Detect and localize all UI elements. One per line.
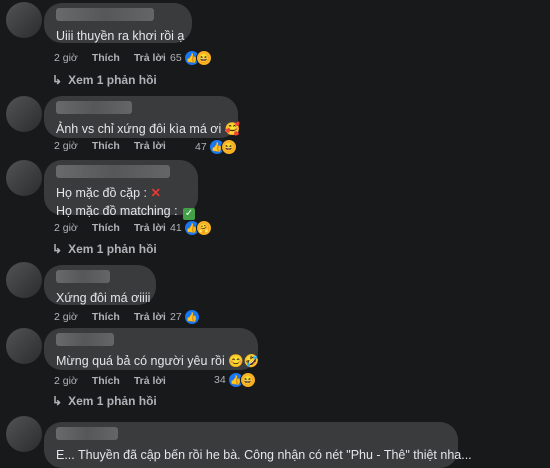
comment-bubble: Họ mặc đồ cặp : ✕ Họ mặc đồ matching : ✓ — [44, 160, 198, 220]
comment-feed: Uiii thuyền ra khơi rồi ạ 2 giờ Thích Tr… — [0, 0, 550, 468]
comment-text: Ảnh vs chỉ xứng đôi kìa má ơi 🥰 — [56, 122, 241, 136]
like-button[interactable]: Thích — [92, 375, 120, 387]
avatar[interactable] — [6, 96, 42, 132]
comment-bubble: Uiii thuyền ra khơi rồi ạ — [44, 3, 192, 43]
reply-button[interactable]: Trả lời — [134, 140, 166, 152]
avatar[interactable] — [6, 328, 42, 364]
comment-time[interactable]: 2 giờ — [54, 140, 78, 152]
commenter-name-blurred[interactable] — [56, 333, 114, 346]
comment-time[interactable]: 2 giờ — [54, 375, 78, 387]
comment-actions: 2 giờ Thích Trả lời — [54, 222, 166, 234]
thumbs-up-icon: 👍 — [183, 309, 200, 325]
reaction-summary[interactable]: 41 👍 🤗 — [170, 220, 212, 236]
commenter-name-blurred[interactable] — [56, 427, 118, 440]
like-button[interactable]: Thích — [92, 222, 120, 234]
reply-button[interactable]: Trả lời — [134, 222, 166, 234]
comment-actions: 2 giờ Thích Trả lời — [54, 311, 166, 323]
comment-bubble: Ảnh vs chỉ xứng đôi kìa má ơi 🥰 — [44, 96, 241, 138]
view-replies-label: Xem 1 phản hồi — [68, 394, 157, 408]
laughing-face-icon: 😆 — [239, 372, 256, 388]
commenter-name-blurred[interactable] — [56, 101, 132, 114]
avatar[interactable] — [6, 262, 42, 298]
check-mark-icon: ✓ — [183, 208, 196, 220]
comment-time[interactable]: 2 giờ — [54, 222, 78, 234]
reaction-summary[interactable]: 34 👍 😆 — [214, 372, 256, 388]
view-replies-link[interactable]: ↳ Xem 1 phản hồi — [52, 394, 157, 408]
view-replies-link[interactable]: ↳ Xem 1 phản hồi — [52, 242, 157, 256]
cross-mark-icon: ✕ — [150, 186, 161, 200]
commenter-name-blurred[interactable] — [56, 8, 154, 21]
view-replies-label: Xem 1 phản hồi — [68, 73, 157, 87]
comment-text-line: Họ mặc đồ cặp : ✕ — [56, 186, 161, 200]
view-replies-label: Xem 1 phản hồi — [68, 242, 157, 256]
reaction-count: 65 — [170, 52, 182, 64]
comment-time[interactable]: 2 giờ — [54, 311, 78, 323]
like-button[interactable]: Thích — [92, 140, 120, 152]
comment-bubble: Mừng quá bả có người yêu rồi 😊🤣 — [44, 328, 260, 370]
commenter-name-blurred[interactable] — [56, 270, 110, 283]
avatar[interactable] — [6, 2, 42, 38]
reaction-count: 27 — [170, 311, 182, 323]
hug-face-icon: 🤗 — [195, 220, 212, 236]
like-button[interactable]: Thích — [92, 52, 120, 64]
reaction-count: 34 — [214, 374, 226, 386]
like-button[interactable]: Thích — [92, 311, 120, 323]
reply-arrow-icon: ↳ — [52, 73, 63, 87]
commenter-name-blurred[interactable] — [56, 165, 170, 178]
reaction-summary[interactable]: 47 👍 😆 — [195, 139, 237, 155]
comment-time[interactable]: 2 giờ — [54, 52, 78, 64]
comment-text: E... Thuyền đã cập bến rồi he bà. Công n… — [56, 448, 472, 462]
view-replies-link[interactable]: ↳ Xem 1 phản hồi — [52, 73, 157, 87]
laughing-face-icon: 😆 — [195, 50, 212, 66]
reply-button[interactable]: Trả lời — [134, 52, 166, 64]
comment-bubble: E... Thuyền đã cập bến rồi he bà. Công n… — [44, 422, 472, 468]
reply-arrow-icon: ↳ — [52, 242, 63, 256]
reaction-count: 41 — [170, 222, 182, 234]
reply-button[interactable]: Trả lời — [134, 311, 166, 323]
reply-button[interactable]: Trả lời — [134, 375, 166, 387]
avatar[interactable] — [6, 416, 42, 452]
laughing-face-icon: 😆 — [220, 139, 237, 155]
comment-text-line: Họ mặc đồ matching : ✓ — [56, 204, 196, 220]
comment-actions: 2 giờ Thích Trả lời — [54, 52, 166, 64]
comment-text: Xứng đôi má ơiiii — [56, 291, 151, 305]
reaction-summary[interactable]: 65 👍 😆 — [170, 50, 212, 66]
comment-actions: 2 giờ Thích Trả lời — [54, 375, 166, 387]
comment-bubble: Xứng đôi má ơiiii — [44, 265, 156, 305]
comment-text: Uiii thuyền ra khơi rồi ạ — [56, 29, 185, 43]
avatar[interactable] — [6, 160, 42, 196]
comment-actions: 2 giờ Thích Trả lời — [54, 140, 166, 152]
reaction-summary[interactable]: 27 👍 — [170, 309, 200, 325]
reaction-count: 47 — [195, 141, 207, 153]
reply-arrow-icon: ↳ — [52, 394, 63, 408]
comment-text: Mừng quá bả có người yêu rồi 😊🤣 — [56, 354, 260, 368]
